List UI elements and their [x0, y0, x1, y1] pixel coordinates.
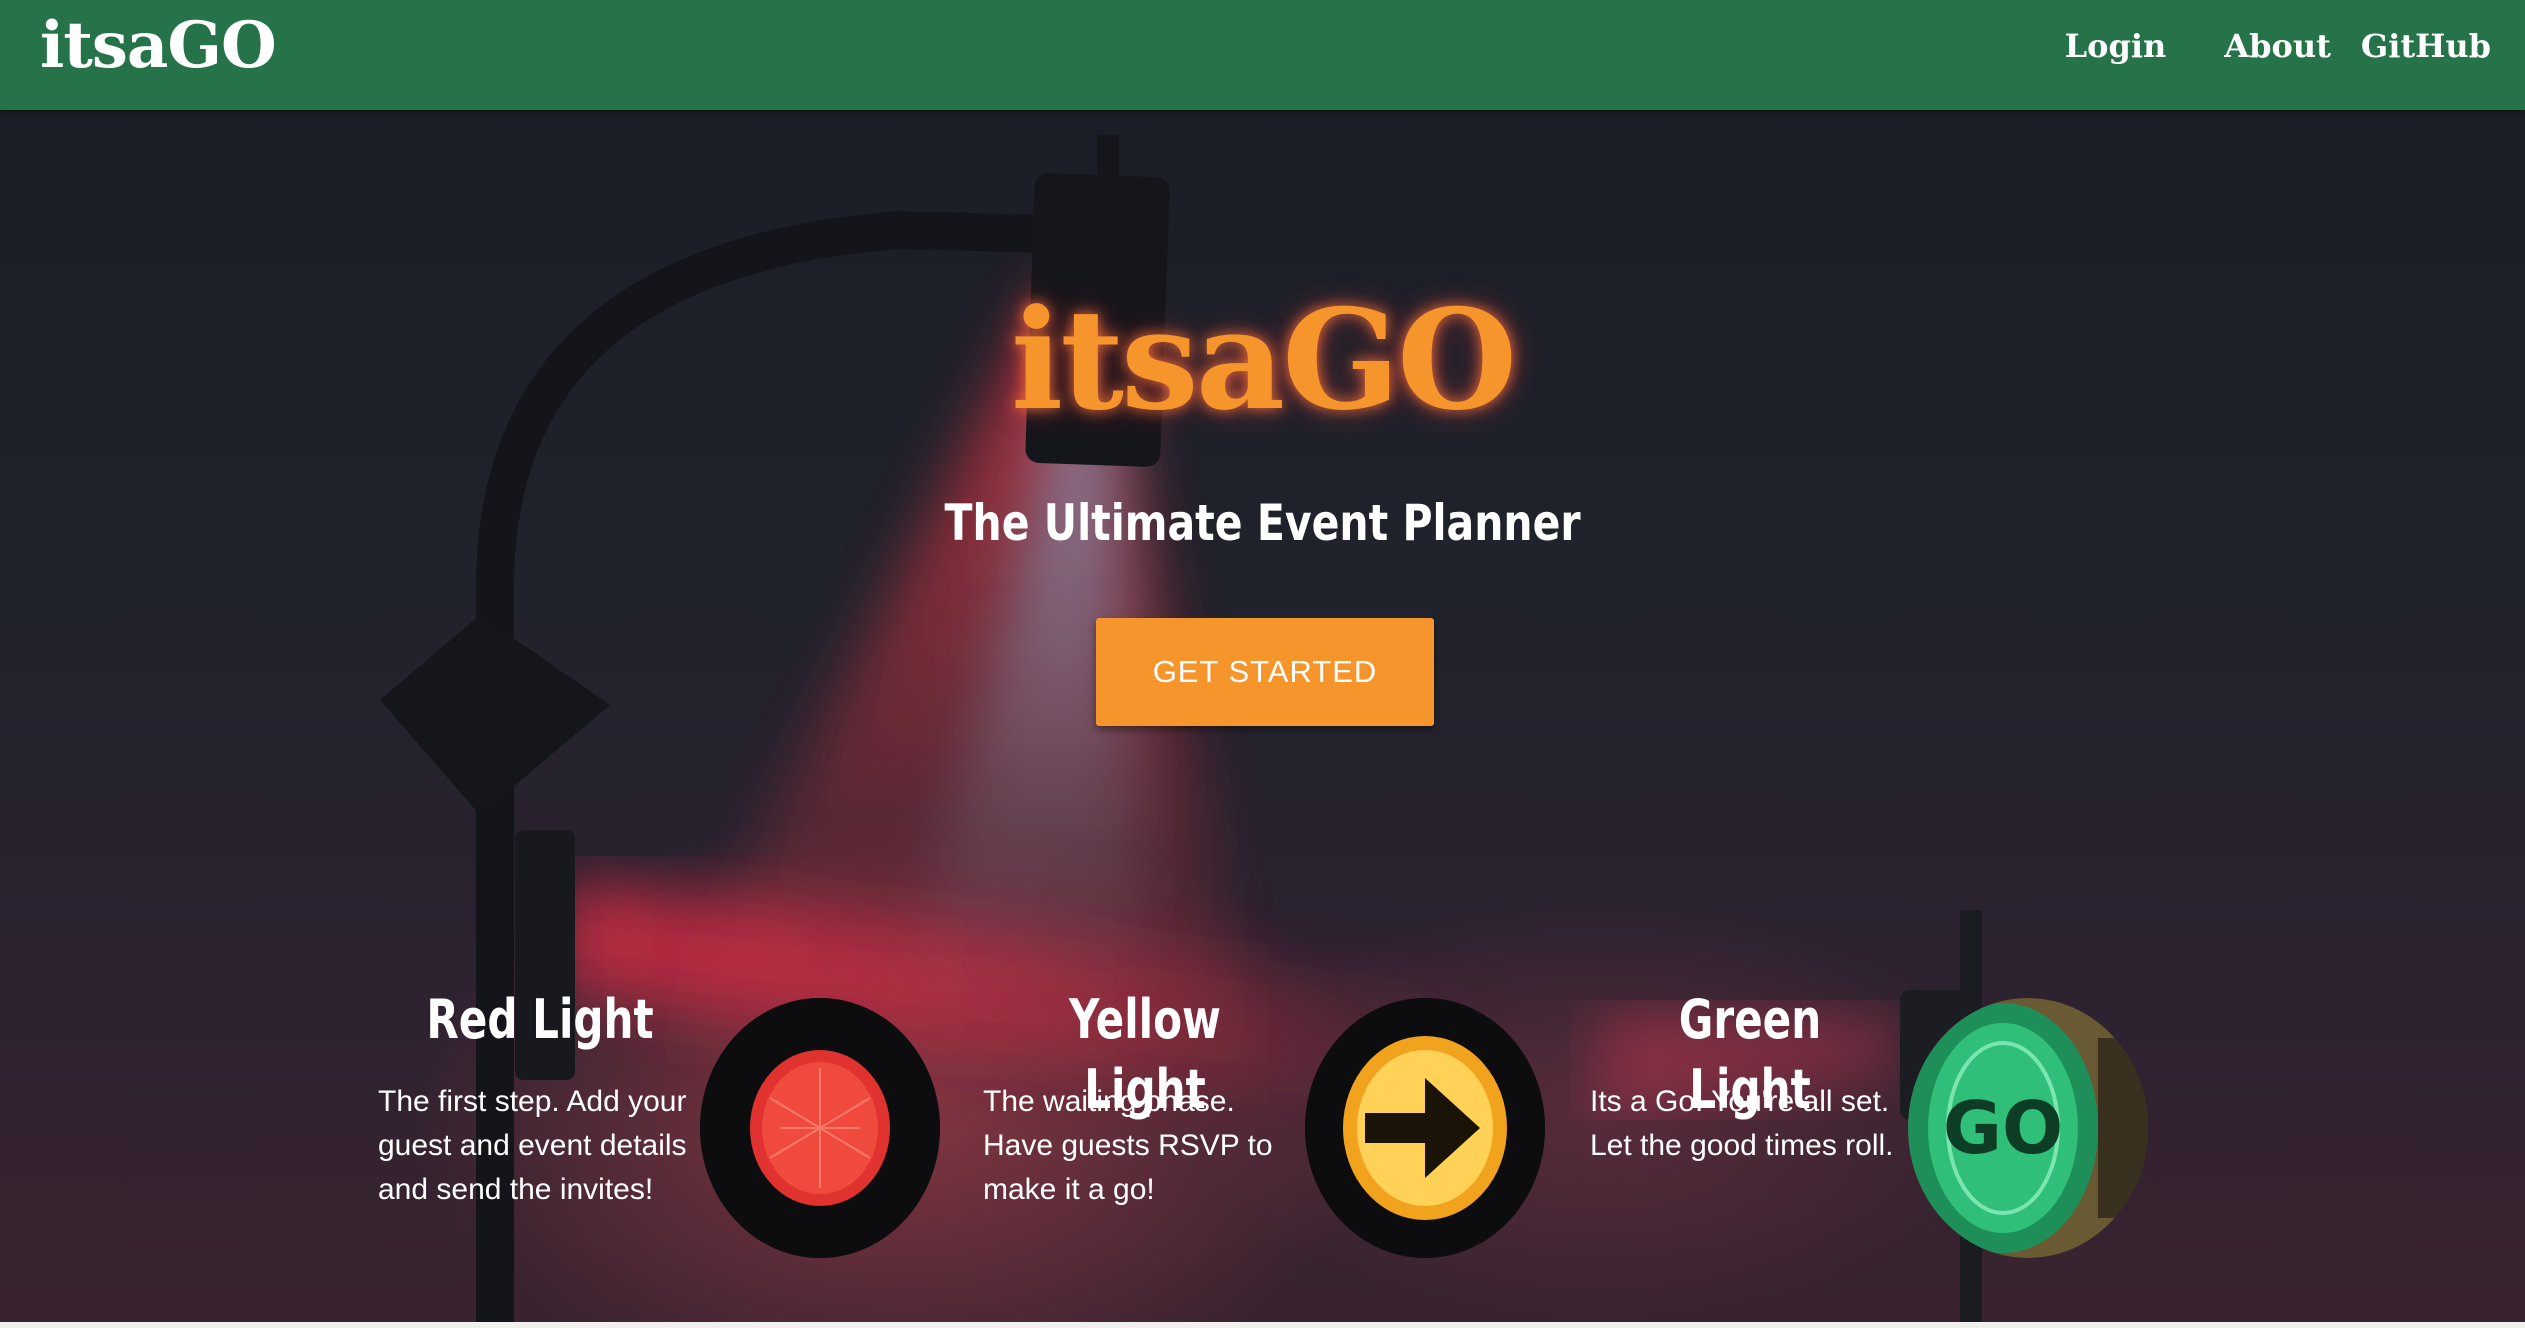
- get-started-button[interactable]: GET STARTED: [1096, 618, 1434, 726]
- navbar: itsaGO Login About GitHub: [0, 0, 2525, 110]
- svg-text:GO: GO: [1943, 1086, 2063, 1170]
- brand-logo[interactable]: itsaGO: [40, 6, 277, 86]
- hero-title: itsaGO: [1010, 278, 1517, 441]
- page-bottom-edge: [0, 1322, 2525, 1328]
- feature-desc-red: The first step. Add your guest and event…: [378, 1085, 687, 1206]
- nav-github-link[interactable]: GitHub: [2361, 22, 2491, 70]
- feature-desc-green: Its a Go! You're all set. Let the good t…: [1590, 1085, 1894, 1162]
- green-go-light-icon: GO: [1908, 998, 2148, 1258]
- feature-desc-yellow: The waiting phase. Have guests RSVP to m…: [983, 1085, 1273, 1206]
- hero-subtitle: The Ultimate Event Planner: [944, 494, 1581, 552]
- hero-section: itsaGO The Ultimate Event Planner GET ST…: [0, 110, 2525, 1322]
- nav-links: Login About GitHub: [2065, 22, 2491, 70]
- red-traffic-light-icon: [700, 998, 940, 1258]
- nav-about-link[interactable]: About: [2224, 22, 2331, 70]
- yellow-arrow-light-icon: [1305, 998, 1545, 1258]
- nav-login-link[interactable]: Login: [2065, 22, 2167, 70]
- feature-title-red: Red Light: [426, 988, 654, 1051]
